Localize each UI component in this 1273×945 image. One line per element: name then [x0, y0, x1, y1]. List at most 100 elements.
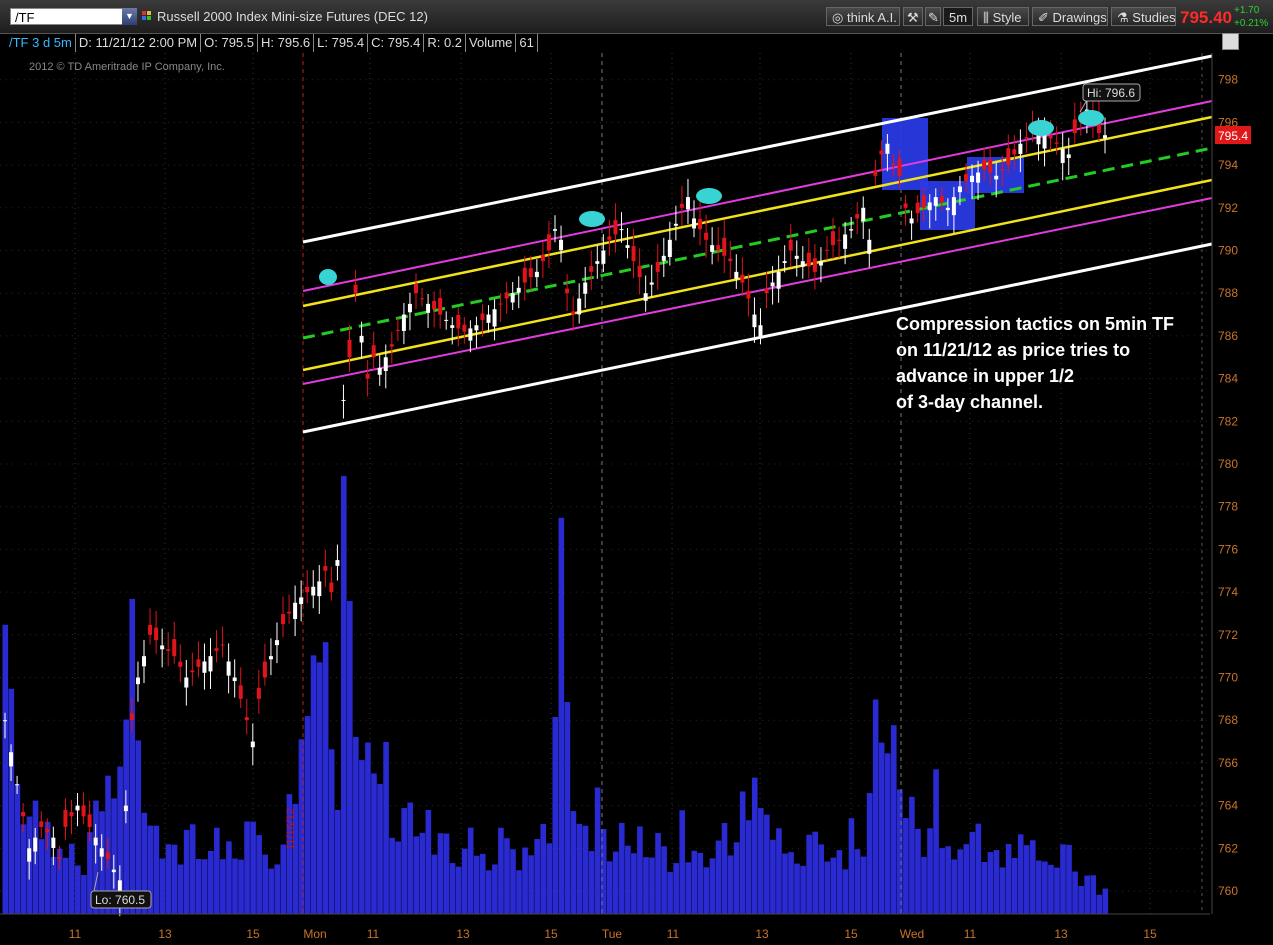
candle-body [988, 159, 993, 173]
peak-marker [1028, 120, 1054, 136]
volume-bar [939, 848, 945, 914]
candle-body [413, 284, 418, 294]
price-chart[interactable]: 760 762 764 766 768 770 772 774 776 778 780 782 784 7… [0, 53, 1273, 945]
symbol-input[interactable]: /TF [10, 8, 128, 25]
volume-bar [866, 793, 873, 914]
volume-bar [492, 864, 498, 914]
volume-bar [582, 825, 589, 914]
y-axis-tick-label: 764 [1218, 799, 1238, 813]
volume-bar [951, 859, 958, 914]
candle-body [456, 314, 461, 329]
candle-body [27, 848, 32, 862]
volume-bar [389, 837, 395, 914]
x-axis-tick-label: Wed [900, 927, 924, 941]
candle-body [824, 249, 829, 251]
volume-bar [183, 829, 190, 914]
volume-bar [395, 841, 401, 914]
volume-bar [20, 824, 27, 914]
candle-body [129, 713, 134, 721]
y-axis-tick-label: 794 [1218, 158, 1238, 172]
candle-body [250, 741, 255, 748]
candle-body [220, 644, 225, 646]
candle-body [51, 837, 56, 848]
candle-body [365, 373, 370, 379]
volume-bar [933, 769, 939, 914]
candle-body [788, 239, 793, 251]
y-axis-tick-label: 770 [1218, 671, 1238, 685]
think-ai-button[interactable]: ◎ think A.I. [826, 7, 900, 26]
bar-high: H: 795.6 [258, 34, 315, 52]
peak-marker [1078, 110, 1104, 126]
volume-bar [256, 835, 262, 914]
candle-body [341, 399, 346, 401]
volume-bar [757, 808, 764, 914]
volume-bar [62, 857, 69, 914]
candle-body [480, 313, 485, 320]
candle-body [994, 175, 999, 180]
candle-body [498, 303, 503, 305]
volume-bar [316, 662, 323, 914]
volume-bar [739, 791, 746, 914]
volume-bar [1084, 875, 1090, 914]
timeframe-button[interactable]: 5m [943, 7, 973, 26]
studies-button[interactable]: ⚗ Studies [1111, 7, 1176, 26]
candle-body [589, 266, 594, 272]
volume-bar [751, 777, 758, 914]
volume-bar [347, 601, 353, 914]
volume-bar [927, 828, 933, 914]
volume-bar [473, 855, 480, 914]
candle-body [123, 805, 128, 812]
volume-bar [516, 870, 522, 914]
volume-bar [1048, 864, 1054, 914]
candle-body [395, 329, 400, 331]
style-button[interactable]: ⫼ Style [977, 7, 1029, 26]
volume-bar [842, 869, 849, 914]
candle-body [776, 271, 781, 289]
volume-bar [377, 784, 383, 914]
volume-bar [1054, 867, 1060, 914]
chart-tag: /TF 3 d 5m [6, 34, 76, 52]
volume-bar [171, 844, 178, 914]
candle-body [154, 627, 159, 641]
candle-body [1103, 135, 1107, 139]
symbol-dropdown-button[interactable]: ▼ [122, 8, 137, 25]
x-axis-tick-label: 13 [158, 927, 172, 941]
candle-body [444, 319, 449, 321]
volume-bar [576, 823, 583, 914]
candle-body [274, 640, 279, 646]
candle-body [389, 344, 394, 347]
x-axis-tick-label: 11 [367, 927, 380, 941]
volume-bar [220, 859, 226, 914]
candle-body [1048, 135, 1053, 139]
chart-settings-icon[interactable]: ⚒ [903, 7, 923, 26]
candle-body [377, 367, 382, 375]
y-axis-tick-label: 786 [1218, 329, 1238, 343]
candle-body [740, 274, 745, 283]
candle-body [87, 814, 92, 827]
candle-body [679, 203, 684, 208]
volume-bar [921, 856, 927, 914]
volume-bar [207, 850, 214, 914]
wrench-icon[interactable]: ✎ [925, 7, 941, 26]
candle-body [559, 239, 564, 251]
volume-bar [1078, 885, 1084, 914]
volume-bar [661, 846, 667, 914]
candle-body [450, 325, 455, 328]
candle-body [178, 661, 183, 667]
candle-body [329, 582, 334, 593]
volume-bar [401, 808, 408, 914]
expand-chart-icon[interactable] [1222, 33, 1239, 50]
volume-bar [818, 844, 825, 914]
volume-bar [407, 802, 414, 914]
candle-body [867, 239, 872, 254]
volume-bar [383, 741, 389, 914]
drawings-button[interactable]: ✐ Drawings [1032, 7, 1108, 26]
candle-body [698, 218, 703, 230]
y-axis-tick-label: 780 [1218, 457, 1238, 471]
volume-bar [425, 809, 432, 914]
toolbar: /TF ▼ Russell 2000 Index Mini-size Futur… [0, 0, 1273, 34]
volume-bar [1042, 861, 1048, 914]
candle-body [661, 255, 666, 261]
copyright-text: 2012 © TD Ameritrade IP Company, Inc. [29, 61, 225, 73]
candle-body [849, 229, 854, 231]
